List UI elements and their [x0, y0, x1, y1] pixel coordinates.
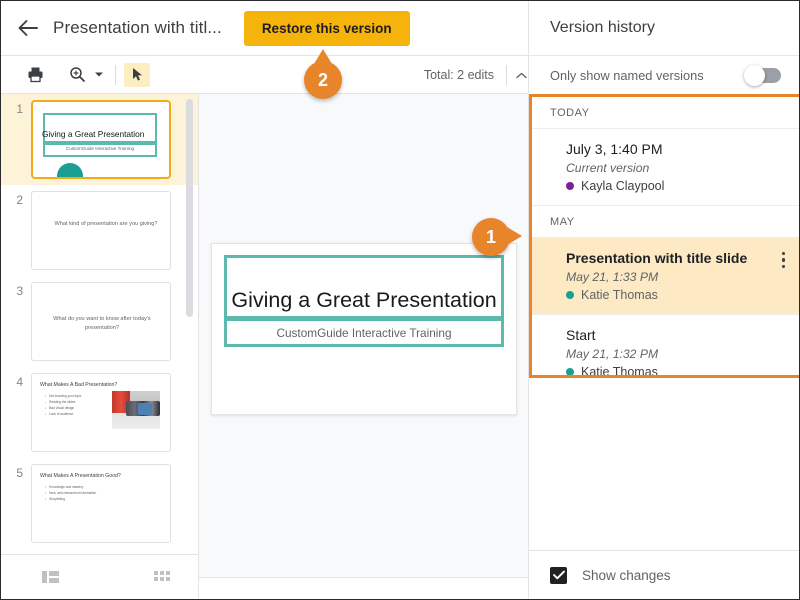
- canvas-bottom-bar: [199, 577, 530, 599]
- version-timestamp: May 21, 1:33 PM: [566, 270, 659, 284]
- toolbar-divider: [115, 64, 116, 85]
- thumbnail-scrollbar[interactable]: [186, 99, 193, 317]
- author-name: Katie Thomas: [581, 288, 658, 302]
- thumbnail-card: What Makes A Bad Presentation? Not knowi…: [31, 373, 171, 452]
- more-options-icon[interactable]: [782, 252, 786, 271]
- only-named-versions-toggle[interactable]: [744, 64, 781, 86]
- grid-view-icon[interactable]: [149, 566, 175, 588]
- version-item-current[interactable]: July 3, 1:40 PM Current version Kayla Cl…: [532, 129, 799, 206]
- thumbnail-card: What do you want to know after today's p…: [31, 282, 171, 361]
- show-changes-label: Show changes: [582, 567, 671, 583]
- version-name: Start: [566, 327, 596, 343]
- callout-number: 1: [485, 226, 496, 247]
- thumbnail-card: What kind of presentation are you giving…: [31, 191, 171, 270]
- show-changes-row: Show changes: [529, 550, 799, 599]
- kebab-dot: [782, 264, 786, 269]
- version-history-screen: Presentation with titl... Restore this v…: [0, 0, 800, 600]
- thumbnail-slide-3[interactable]: 3 What do you want to know after today's…: [1, 276, 198, 367]
- thumbnail-number: 4: [16, 375, 23, 389]
- version-item-start[interactable]: Start May 21, 1:32 PM Katie Thomas: [532, 315, 799, 378]
- callout-marker-1: 1: [472, 218, 522, 256]
- toolbar: Total: 2 edits: [1, 56, 530, 94]
- print-icon[interactable]: [21, 62, 49, 88]
- named-versions-toggle-row: Only show named versions: [529, 56, 799, 94]
- thumbnail-view-bar: [1, 554, 199, 599]
- author-color-dot: [566, 368, 574, 375]
- author-name: Kayla Claypool: [581, 179, 665, 193]
- filmstrip-view-icon[interactable]: [37, 566, 63, 588]
- bullet-item: Storytelling: [45, 497, 96, 503]
- slide-subtitle: CustomGuide Interactive Training: [276, 325, 452, 340]
- thumbnail-body-text: What kind of presentation are you giving…: [54, 221, 158, 227]
- version-history-title: Version history: [529, 1, 799, 56]
- current-slide: Giving a Great Presentation CustomGuide …: [211, 242, 517, 415]
- thumbnail-slide-1[interactable]: 1 Giving a Great Presentation CustomGuid…: [1, 94, 198, 185]
- show-changes-checkbox[interactable]: [550, 566, 567, 584]
- version-author: Katie Thomas: [566, 365, 786, 378]
- thumbnail-number: 1: [16, 102, 23, 116]
- version-author: Katie Thomas: [566, 288, 786, 302]
- slide-canvas[interactable]: Giving a Great Presentation CustomGuide …: [199, 94, 530, 577]
- select-cursor-icon[interactable]: [124, 62, 150, 87]
- photo-person: [138, 403, 152, 415]
- author-name: Katie Thomas: [581, 365, 658, 378]
- slide-title: Giving a Great Presentation: [231, 287, 497, 312]
- version-item-named[interactable]: Presentation with title slide May 21, 1:…: [532, 238, 799, 315]
- version-name: Presentation with title slide: [566, 250, 748, 266]
- app-header: Presentation with titl... Restore this v…: [1, 1, 530, 56]
- callout-tail: [507, 227, 522, 245]
- version-timestamp: May 21, 1:32 PM: [566, 347, 659, 361]
- teal-circle-decoration: [57, 163, 83, 177]
- toggle-knob: [744, 64, 765, 86]
- thumbnail-slide-title: What Makes A Bad Presentation?: [40, 382, 118, 388]
- restore-this-version-button[interactable]: Restore this version: [243, 10, 410, 46]
- thumbnail-body-text: What do you want to know after today's p…: [53, 316, 151, 331]
- version-group-may: MAY: [532, 206, 799, 238]
- thumbnail-slide-4[interactable]: 4 What Makes A Bad Presentation? Not kno…: [1, 367, 198, 458]
- author-color-dot: [566, 291, 574, 299]
- version-timestamp: July 3, 1:40 PM: [566, 141, 663, 157]
- thumbnail-slide-2[interactable]: 2 What kind of presentation are you givi…: [1, 185, 198, 276]
- kebab-dot: [782, 258, 786, 262]
- thumbnail-bullet-list: Not knowing your topic Reading the slide…: [45, 394, 81, 418]
- thumbnail-slide-title: What Makes A Presentation Good?: [40, 473, 121, 479]
- toolbar-divider-2: [506, 64, 507, 85]
- version-group-today: TODAY: [532, 97, 799, 129]
- thumbnail-slide-subtitle: CustomGuide Interactive Training: [65, 146, 135, 151]
- kebab-dot: [782, 252, 786, 256]
- thumbnail-card: Giving a Great Presentation CustomGuide …: [31, 100, 171, 179]
- back-arrow-icon[interactable]: [15, 15, 41, 41]
- version-list: TODAY July 3, 1:40 PM Current version Ka…: [529, 94, 799, 378]
- author-color-dot: [566, 182, 574, 190]
- version-history-panel: Version history Only show named versions…: [528, 1, 799, 599]
- version-subtitle: Current version: [566, 161, 650, 175]
- named-versions-label: Only show named versions: [550, 67, 704, 83]
- thumbnail-number: 2: [16, 193, 23, 207]
- bullet-item: Lack of audience: [45, 412, 81, 418]
- slide-thumbnail-panel[interactable]: 1 Giving a Great Presentation CustomGuid…: [1, 94, 199, 554]
- version-author: Kayla Claypool: [566, 179, 786, 193]
- thumbnail-slide-5[interactable]: 5 What Makes A Presentation Good? Knowle…: [1, 458, 198, 549]
- thumbnail-card: What Makes A Presentation Good? Knowledg…: [31, 464, 171, 543]
- callout-marker-2: 2: [304, 49, 342, 99]
- zoom-icon[interactable]: [63, 62, 91, 88]
- thumbnail-bullet-list: Knowledge and mastery New, well-research…: [45, 485, 96, 503]
- chevron-down-icon[interactable]: [92, 62, 106, 88]
- bullet-item: New, well-researched information: [45, 491, 96, 497]
- thumbnail-slide-title: Giving a Great Presentation: [42, 129, 145, 139]
- thumbnail-number: 5: [16, 466, 23, 480]
- page-title: Presentation with titl...: [53, 18, 222, 37]
- thumbnail-number: 3: [16, 284, 23, 298]
- callout-number: 2: [317, 69, 328, 90]
- slide-photo: [112, 391, 160, 429]
- callout-tail: [314, 49, 332, 64]
- total-edits-label: Total: 2 edits: [423, 67, 494, 82]
